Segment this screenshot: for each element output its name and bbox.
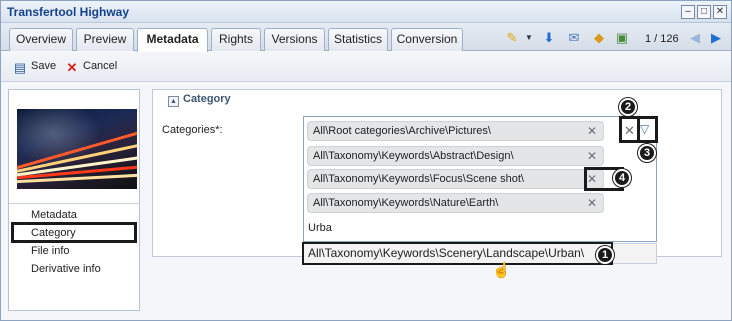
callout-badge: 1: [596, 246, 614, 264]
section-title-label: Category: [183, 93, 231, 105]
window-title: Transfertool Highway: [7, 5, 130, 19]
close-icon[interactable]: ✕: [713, 5, 727, 19]
download-icon[interactable]: ⬇: [541, 30, 557, 46]
chip-label: All\Taxonomy\Keywords\Abstract\Design\: [313, 150, 514, 162]
save-icon: ▤: [13, 60, 27, 75]
pager-text: 1 / 126: [645, 33, 679, 45]
collapse-icon[interactable]: ▲: [168, 96, 179, 107]
tab-conversion[interactable]: Conversion: [391, 28, 463, 51]
chip-label: All\Taxonomy\Keywords\Focus\Scene shot\: [313, 173, 524, 185]
title-bar: Transfertool Highway – □ ✕: [1, 1, 731, 23]
maximize-icon[interactable]: □: [697, 5, 711, 19]
tab-overview[interactable]: Overview: [9, 28, 73, 51]
category-search-input[interactable]: Urba: [308, 222, 332, 234]
minimize-icon[interactable]: –: [681, 5, 695, 19]
dropdown-arrow-icon[interactable]: ▼: [521, 30, 537, 46]
callout-badge: 2: [619, 98, 637, 116]
nav-item-derivative-info[interactable]: Derivative info: [31, 263, 101, 275]
nav-item-file-info[interactable]: File info: [31, 245, 70, 257]
remove-chip-icon[interactable]: ✕: [587, 122, 597, 140]
tab-rights[interactable]: Rights: [211, 28, 261, 51]
tab-metadata[interactable]: Metadata: [137, 28, 208, 52]
mail-icon[interactable]: ✉: [566, 30, 582, 46]
category-chip: All\Root categories\Archive\Pictures\ ✕: [307, 121, 604, 141]
category-chip: All\Taxonomy\Keywords\Focus\Scene shot\ …: [307, 169, 604, 189]
tab-statistics[interactable]: Statistics: [328, 28, 388, 51]
cancel-label: Cancel: [83, 60, 118, 72]
asset-thumbnail[interactable]: [17, 109, 137, 189]
category-chip: All\Taxonomy\Keywords\Nature\Earth\ ✕: [307, 193, 604, 213]
chip-label: All\Taxonomy\Keywords\Nature\Earth\: [313, 197, 499, 209]
nav-item-metadata[interactable]: Metadata: [31, 209, 77, 221]
callout-badge: 4: [613, 169, 631, 187]
tab-versions[interactable]: Versions: [264, 28, 325, 51]
remove-chip-icon[interactable]: ✕: [587, 194, 597, 212]
chip-label: All\Root categories\Archive\Pictures\: [313, 125, 491, 137]
callout-badge: 3: [638, 144, 656, 162]
section-title[interactable]: ▲ Category: [164, 93, 235, 107]
pencil-icon[interactable]: ✎: [504, 30, 520, 46]
cart-icon[interactable]: ▣: [614, 30, 630, 46]
category-chip: All\Taxonomy\Keywords\Abstract\Design\ ✕: [307, 146, 604, 166]
highlight-dropdown: [637, 116, 658, 143]
save-label: Save: [31, 60, 57, 72]
left-panel: Metadata Category File info Derivative i…: [8, 89, 140, 311]
hand-cursor-icon: ☝: [492, 262, 511, 279]
cancel-button[interactable]: ✕ Cancel: [65, 60, 118, 75]
save-button[interactable]: ▤ Save: [13, 60, 56, 75]
tab-bar: Overview Preview Metadata Rights Version…: [1, 23, 731, 52]
highlight-suggestion: [302, 242, 613, 265]
remove-chip-icon[interactable]: ✕: [587, 147, 597, 165]
cancel-icon: ✕: [66, 60, 78, 75]
divider: [9, 203, 139, 204]
action-toolbar: ▤ Save ✕ Cancel: [1, 52, 731, 82]
previous-icon[interactable]: ◀: [687, 30, 703, 46]
package-icon[interactable]: ◆: [591, 30, 607, 46]
categories-label: Categories*:: [162, 124, 223, 136]
highlight-category: [11, 222, 137, 243]
tab-preview[interactable]: Preview: [76, 28, 134, 51]
next-icon[interactable]: ▶: [708, 30, 724, 46]
